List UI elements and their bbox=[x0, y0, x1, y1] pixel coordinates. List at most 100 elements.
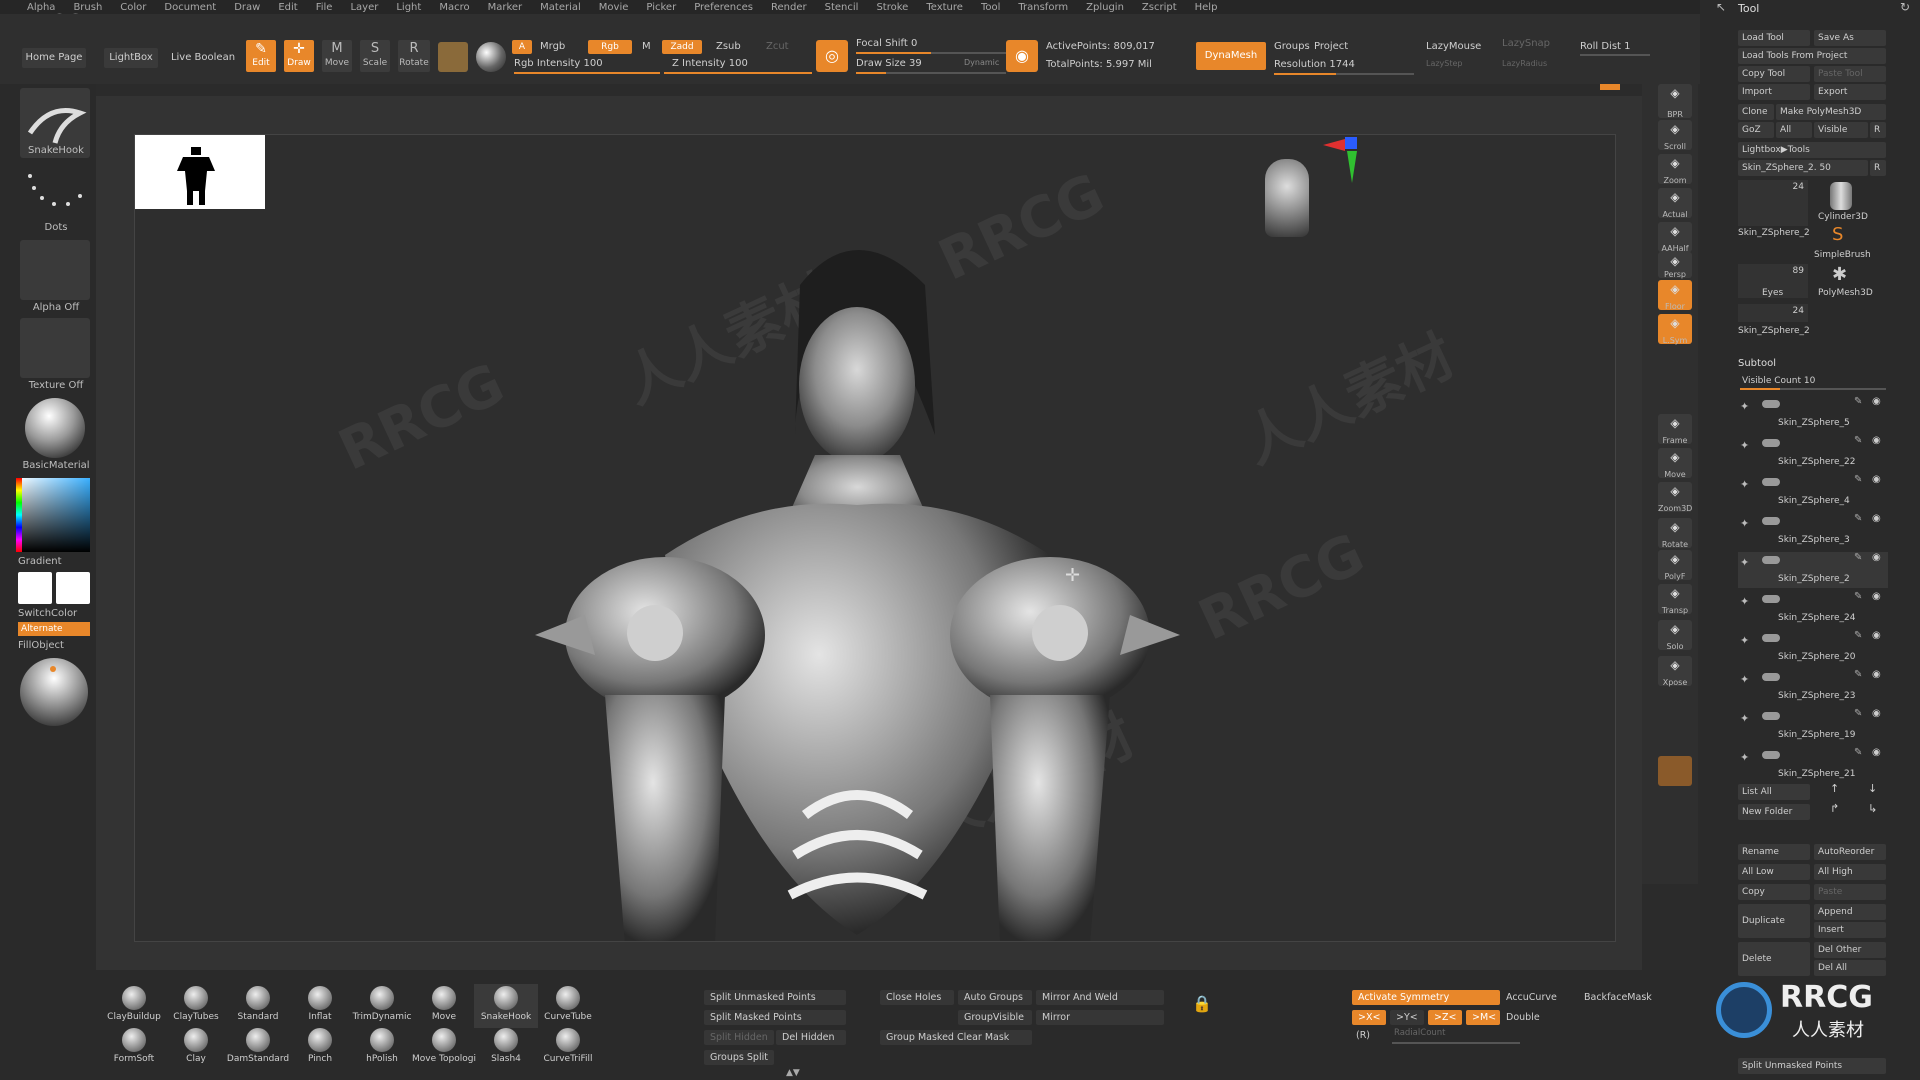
autoreorder-button[interactable]: AutoReorder bbox=[1814, 844, 1886, 860]
brush-curvetrifill[interactable]: CurveTriFill bbox=[536, 1026, 600, 1070]
xpose-button[interactable]: ◈ Xpose bbox=[1658, 656, 1692, 687]
z-intensity-slider[interactable]: Z Intensity 100 bbox=[672, 58, 748, 69]
zsub-button[interactable]: Zsub bbox=[716, 41, 741, 52]
radialcount-slider[interactable]: RadialCount bbox=[1394, 1028, 1446, 1038]
axis-gizmo-icon[interactable] bbox=[1323, 135, 1363, 187]
subtool-toggle[interactable] bbox=[1762, 439, 1780, 447]
subtool-row[interactable]: ✦ ✎ ◉ Skin_ZSphere_21 bbox=[1738, 747, 1888, 783]
menu-item-texture[interactable]: Texture bbox=[917, 0, 972, 14]
subtool-brush-icon[interactable]: ✎ bbox=[1854, 708, 1862, 719]
current-tool-slider[interactable]: Skin_ZSphere_2. 50 bbox=[1738, 160, 1868, 176]
menu-item-color[interactable]: Color bbox=[111, 0, 155, 14]
paste-tool-button[interactable]: Paste Tool bbox=[1814, 66, 1886, 82]
menu-item-material[interactable]: Material bbox=[531, 0, 590, 14]
brush-claybuildup[interactable]: ClayBuildup bbox=[102, 984, 166, 1028]
subtool-brush-icon[interactable]: ✎ bbox=[1854, 474, 1862, 485]
subtool-eye-icon[interactable]: ◉ bbox=[1872, 552, 1881, 563]
brush-hpolish[interactable]: hPolish bbox=[350, 1026, 414, 1070]
list-all-button[interactable]: List All bbox=[1738, 784, 1810, 800]
menu-item-stroke[interactable]: Stroke bbox=[867, 0, 917, 14]
current-tool-r-button[interactable]: R bbox=[1870, 160, 1886, 176]
floor-button[interactable]: ◈ Floor bbox=[1658, 280, 1692, 311]
groups-split-button[interactable]: Groups Split bbox=[704, 1050, 774, 1065]
lock-icon[interactable]: 🔒 bbox=[1192, 994, 1212, 1013]
rgb-intensity-slider[interactable]: Rgb Intensity 100 bbox=[514, 58, 603, 69]
zcut-button[interactable]: Zcut bbox=[766, 41, 789, 52]
symmetry-z-button[interactable]: >Z< bbox=[1428, 1010, 1462, 1025]
make-polymesh-button[interactable]: Make PolyMesh3D bbox=[1776, 104, 1886, 120]
l-sym-button[interactable]: ◈ L.Sym bbox=[1658, 314, 1692, 345]
subtool-brush-icon[interactable]: ✎ bbox=[1854, 591, 1862, 602]
subtool-brush-icon[interactable]: ✎ bbox=[1854, 630, 1862, 641]
subtool-brush-icon[interactable]: ✎ bbox=[1854, 396, 1862, 407]
insert-button[interactable]: Insert bbox=[1814, 922, 1886, 938]
subtool-row[interactable]: ✦ ✎ ◉ Skin_ZSphere_2 bbox=[1738, 552, 1888, 588]
dynamesh-button[interactable]: DynaMesh bbox=[1196, 42, 1266, 70]
all-button[interactable]: All bbox=[1776, 122, 1812, 138]
menu-item-document[interactable]: Document bbox=[155, 0, 225, 14]
brush-move-topologi[interactable]: Move Topologi bbox=[412, 1026, 476, 1070]
edit-button[interactable]: ✎ Edit bbox=[246, 40, 276, 72]
menu-item-preferences[interactable]: Preferences bbox=[685, 0, 762, 14]
subtool-brush-icon[interactable]: ✎ bbox=[1854, 747, 1862, 758]
all-high-button[interactable]: All High bbox=[1814, 864, 1886, 880]
goz-button[interactable]: GoZ bbox=[1738, 122, 1774, 138]
lazystep-slider[interactable]: LazyStep bbox=[1426, 59, 1463, 68]
subtool-eye-icon[interactable]: ◉ bbox=[1872, 669, 1881, 680]
group-masked-clear-mask-button[interactable]: Group Masked Clear Mask bbox=[880, 1030, 1032, 1045]
del-all-button[interactable]: Del All bbox=[1814, 960, 1886, 976]
subtool-brush-icon[interactable]: ✎ bbox=[1854, 669, 1862, 680]
menu-item-render[interactable]: Render bbox=[762, 0, 816, 14]
draw-size-slider[interactable]: Draw Size 39 bbox=[856, 58, 922, 69]
tool-thumbnail[interactable]: 24 bbox=[1738, 304, 1808, 322]
navigator-thumbnail[interactable] bbox=[135, 135, 265, 209]
brush-claytubes[interactable]: ClayTubes bbox=[164, 984, 228, 1028]
rename-button[interactable]: Rename bbox=[1738, 844, 1810, 860]
menu-item-file[interactable]: File bbox=[307, 0, 342, 14]
cylinder3d-icon[interactable] bbox=[1830, 182, 1852, 210]
append-button[interactable]: Append bbox=[1814, 904, 1886, 920]
export-button[interactable]: Export bbox=[1814, 84, 1886, 100]
menu-item-macro[interactable]: Macro bbox=[430, 0, 478, 14]
subtool-toggle[interactable] bbox=[1762, 595, 1780, 603]
brush-damstandard[interactable]: DamStandard bbox=[226, 1026, 290, 1070]
subtool-row[interactable]: ✦ ✎ ◉ Skin_ZSphere_4 bbox=[1738, 474, 1888, 510]
subtool-eye-icon[interactable]: ◉ bbox=[1872, 396, 1881, 407]
import-button[interactable]: Import bbox=[1738, 84, 1810, 100]
gradient-label[interactable]: Gradient bbox=[18, 556, 90, 567]
auto-groups-button[interactable]: Auto Groups bbox=[958, 990, 1032, 1005]
brush-trimdynamic[interactable]: TrimDynamic bbox=[350, 984, 414, 1028]
del-hidden-button[interactable]: Del Hidden bbox=[776, 1030, 846, 1045]
mrgb-button[interactable]: Mrgb bbox=[540, 41, 565, 52]
symmetry-m-button[interactable]: >M< bbox=[1466, 1010, 1500, 1025]
subtool-header[interactable]: Subtool bbox=[1738, 358, 1776, 369]
menu-item-picker[interactable]: Picker bbox=[637, 0, 685, 14]
subtool-toggle[interactable] bbox=[1762, 478, 1780, 486]
zoom3d-button[interactable]: ◈ Zoom3D bbox=[1658, 482, 1692, 513]
subtool-toggle[interactable] bbox=[1762, 556, 1780, 564]
lazyradius-slider[interactable]: LazyRadius bbox=[1502, 59, 1547, 68]
subtool-eye-icon[interactable]: ◉ bbox=[1872, 708, 1881, 719]
m-button[interactable]: M bbox=[642, 41, 651, 52]
switchcolor-button[interactable]: SwitchColor bbox=[18, 608, 90, 619]
brush-curvetube[interactable]: CurveTube bbox=[536, 984, 600, 1028]
home-page-button[interactable]: Home Page bbox=[22, 48, 86, 68]
r-button[interactable]: R bbox=[1870, 122, 1886, 138]
zoom-button[interactable]: ◈ Zoom bbox=[1658, 154, 1692, 185]
shelf-collapse-icon[interactable]: ▲▼ bbox=[786, 1068, 800, 1078]
menu-item-edit[interactable]: Edit bbox=[269, 0, 306, 14]
copy-button[interactable]: Copy bbox=[1738, 884, 1810, 900]
actual-button[interactable]: ◈ Actual bbox=[1658, 188, 1692, 219]
persp-button[interactable]: ◈ Persp bbox=[1658, 252, 1692, 279]
lightbox-tools-button[interactable]: Lightbox▶Tools bbox=[1738, 142, 1886, 158]
color-picker[interactable] bbox=[16, 478, 90, 552]
split-hidden-button[interactable]: Split Hidden bbox=[704, 1030, 774, 1045]
brush-standard[interactable]: Standard bbox=[226, 984, 290, 1028]
sculpt-model[interactable] bbox=[335, 175, 1315, 942]
menu-item-marker[interactable]: Marker bbox=[479, 0, 532, 14]
rotate-button[interactable]: R Rotate bbox=[398, 40, 430, 72]
subtool-row[interactable]: ✦ ✎ ◉ Skin_ZSphere_24 bbox=[1738, 591, 1888, 627]
stroke-thumbnail[interactable] bbox=[20, 160, 90, 226]
subtool-row[interactable]: ✦ ✎ ◉ Skin_ZSphere_19 bbox=[1738, 708, 1888, 744]
double-button[interactable]: Double bbox=[1506, 1012, 1540, 1023]
